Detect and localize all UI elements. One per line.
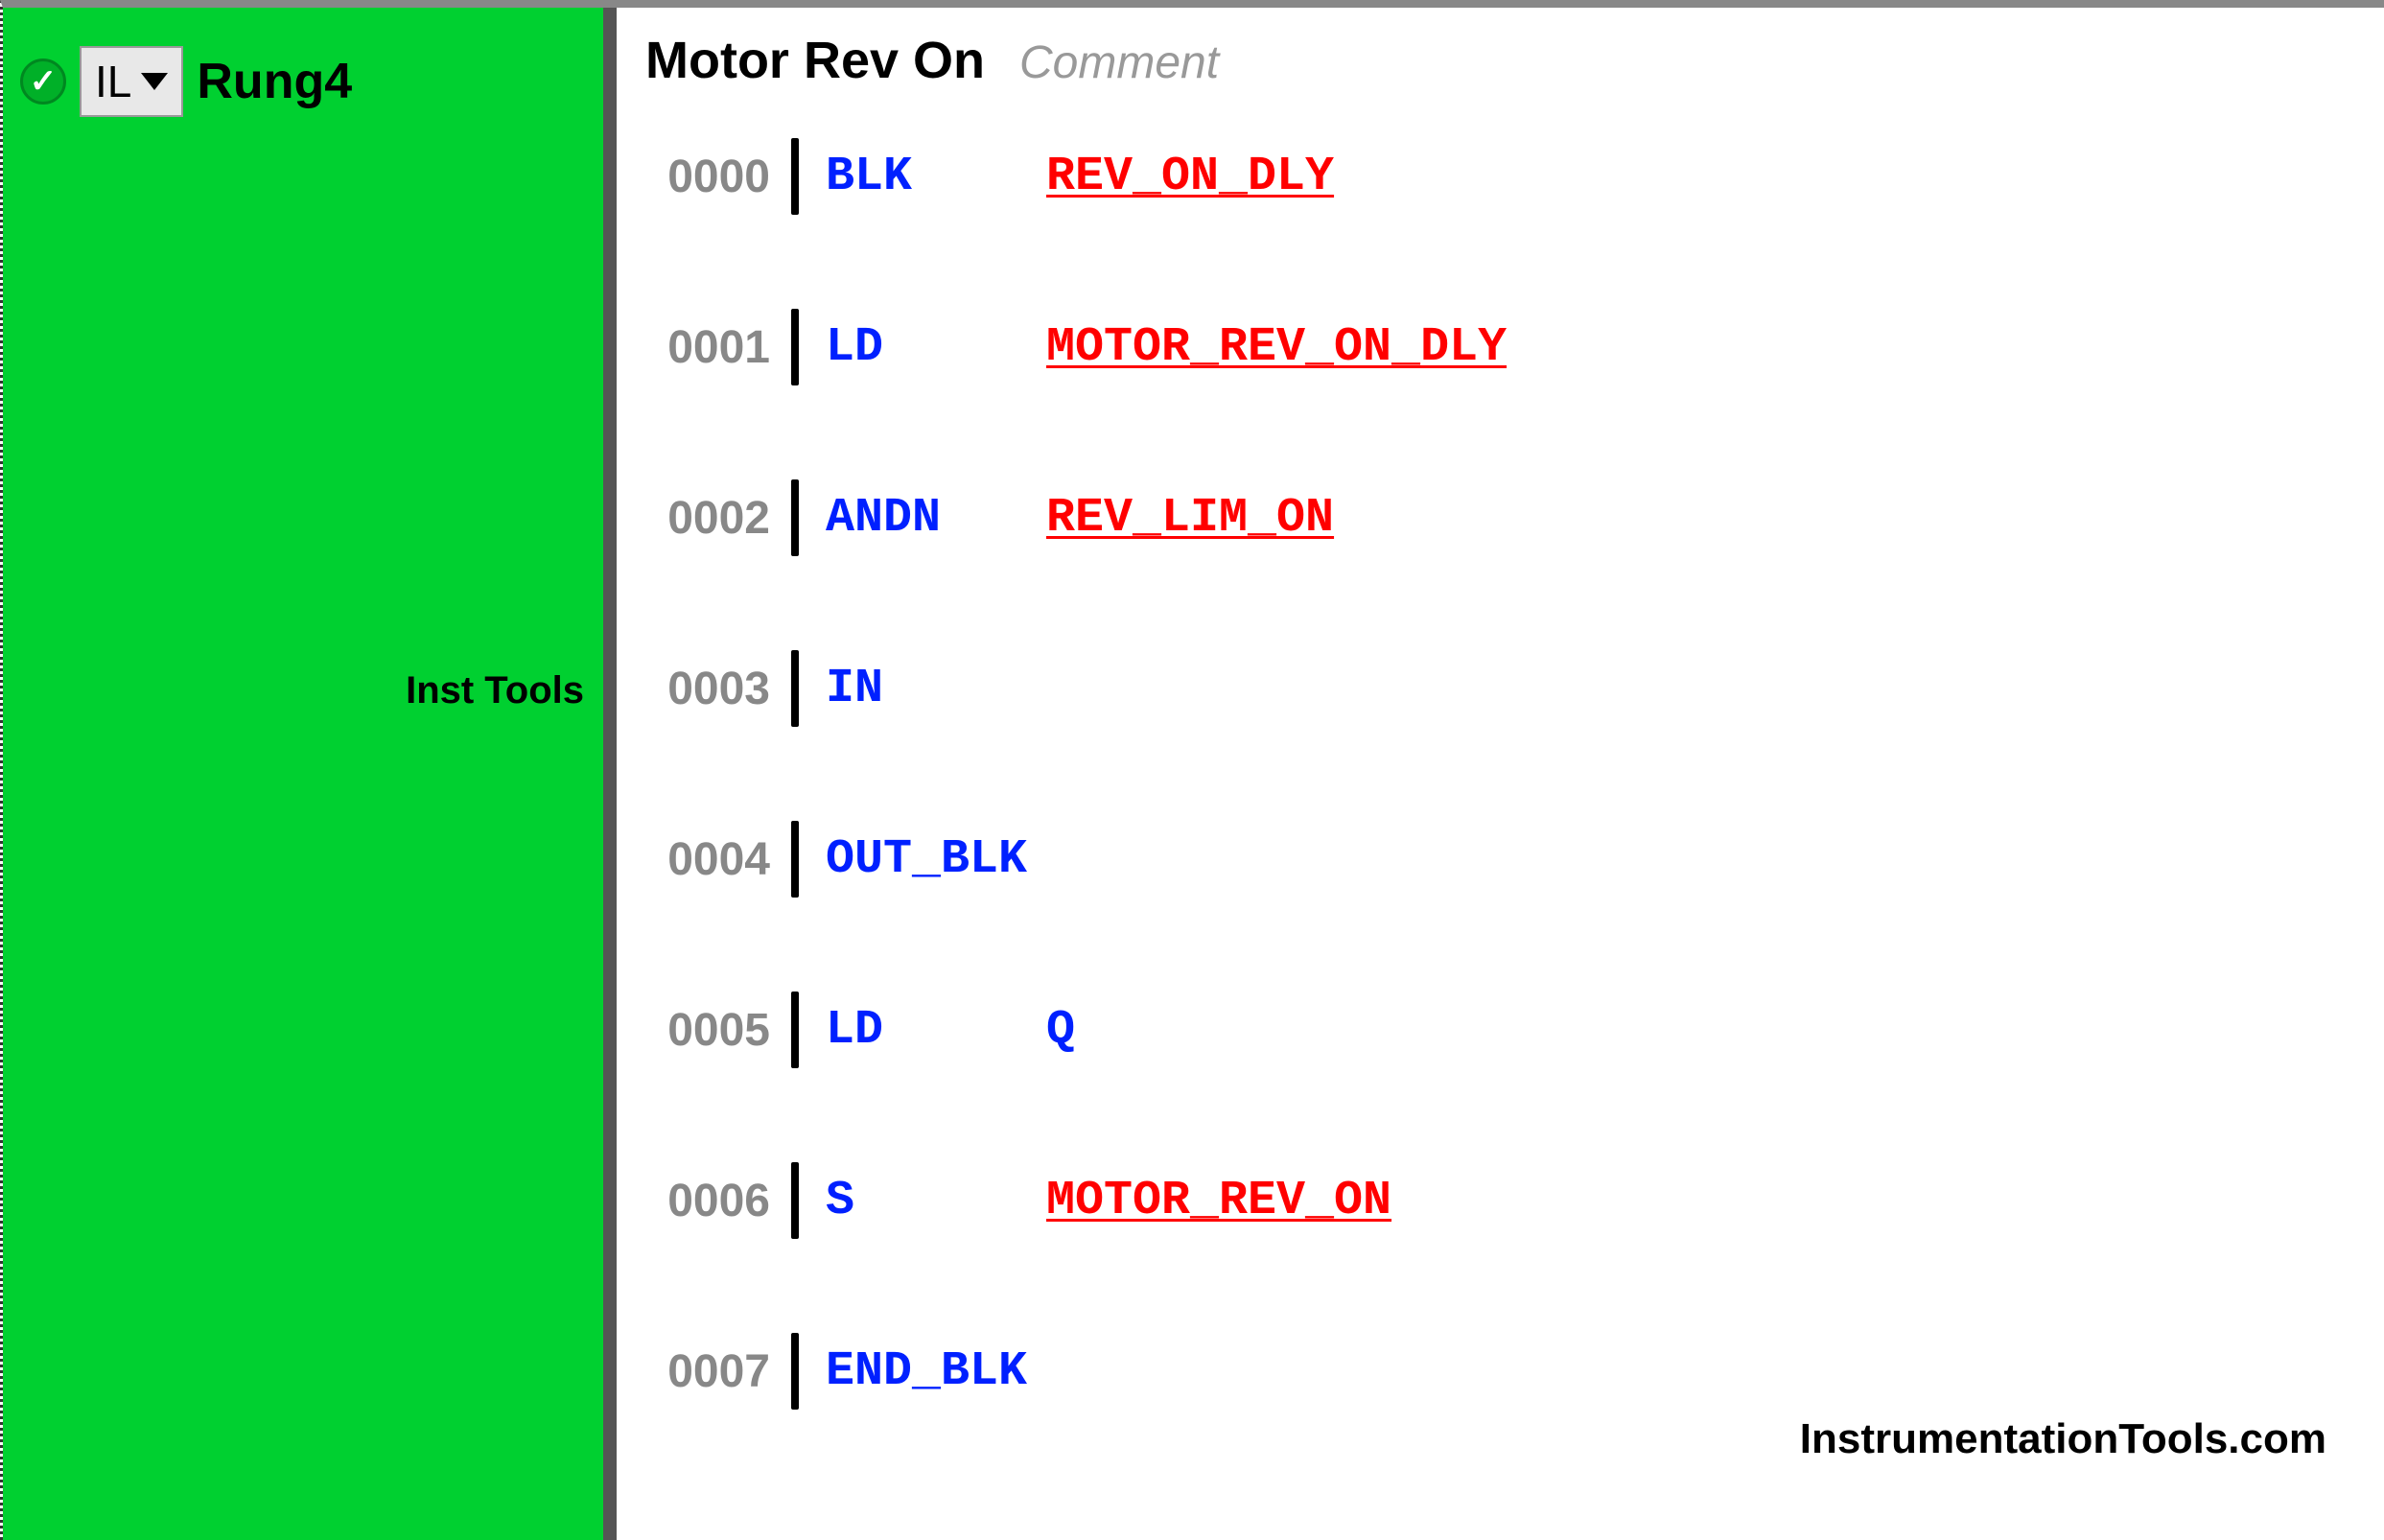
il-line[interactable]: 0000 BLK REV_ON_DLY bbox=[645, 138, 2355, 215]
operand: Q bbox=[1046, 1003, 1075, 1058]
language-label: IL bbox=[95, 56, 131, 107]
sidebar-watermark: Inst Tools bbox=[406, 669, 584, 712]
line-number: 0005 bbox=[645, 1004, 770, 1057]
instruction: LD bbox=[826, 1003, 1046, 1058]
line-number: 0000 bbox=[645, 151, 770, 203]
instruction: ANDN bbox=[826, 491, 1046, 546]
line-separator bbox=[791, 992, 799, 1068]
line-separator bbox=[791, 1162, 799, 1239]
il-line[interactable]: 0001 LD MOTOR_REV_ON_DLY bbox=[645, 309, 2355, 385]
comment-field[interactable]: Comment bbox=[1019, 36, 1219, 89]
instruction: LD bbox=[826, 320, 1046, 375]
operand: REV_ON_DLY bbox=[1046, 150, 1334, 204]
check-icon: ✓ bbox=[20, 58, 66, 105]
line-number: 0006 bbox=[645, 1175, 770, 1227]
editor-container: ✓ IL Rung4 Inst Tools Motor Rev On Comme… bbox=[0, 0, 2384, 1540]
line-separator bbox=[791, 821, 799, 898]
il-line[interactable]: 0007 END_BLK bbox=[645, 1333, 2355, 1410]
instruction: OUT_BLK bbox=[826, 832, 1046, 887]
line-number: 0004 bbox=[645, 833, 770, 886]
line-separator bbox=[791, 309, 799, 385]
rung-name[interactable]: Rung4 bbox=[197, 53, 352, 110]
line-separator bbox=[791, 650, 799, 727]
instruction: END_BLK bbox=[826, 1344, 1046, 1399]
line-separator bbox=[791, 138, 799, 215]
line-number: 0007 bbox=[645, 1345, 770, 1398]
il-line[interactable]: 0006 S MOTOR_REV_ON bbox=[645, 1162, 2355, 1239]
il-line[interactable]: 0004 OUT_BLK bbox=[645, 821, 2355, 898]
line-number: 0003 bbox=[645, 663, 770, 715]
rung-sidebar: ✓ IL Rung4 Inst Tools bbox=[3, 8, 603, 1540]
il-editor: Motor Rev On Comment 0000 BLK REV_ON_DLY… bbox=[617, 8, 2384, 1540]
rung-title-row: Motor Rev On Comment bbox=[645, 31, 2355, 90]
instruction: IN bbox=[826, 662, 1046, 716]
il-line[interactable]: 0003 IN bbox=[645, 650, 2355, 727]
operand: MOTOR_REV_ON bbox=[1046, 1174, 1391, 1228]
operand: REV_LIM_ON bbox=[1046, 491, 1334, 546]
rung-header: ✓ IL Rung4 bbox=[3, 8, 603, 155]
line-number: 0001 bbox=[645, 321, 770, 374]
instruction: BLK bbox=[826, 150, 1046, 204]
line-number: 0002 bbox=[645, 492, 770, 545]
instruction: S bbox=[826, 1174, 1046, 1228]
il-lines-list: 0000 BLK REV_ON_DLY 0001 LD MOTOR_REV_ON… bbox=[645, 138, 2355, 1410]
footer-watermark: InstrumentationTools.com bbox=[1800, 1415, 2326, 1463]
line-separator bbox=[791, 1333, 799, 1410]
language-selector[interactable]: IL bbox=[80, 46, 183, 117]
il-line[interactable]: 0002 ANDN REV_LIM_ON bbox=[645, 479, 2355, 556]
vertical-divider bbox=[603, 8, 617, 1540]
chevron-down-icon bbox=[141, 73, 168, 90]
operand: MOTOR_REV_ON_DLY bbox=[1046, 320, 1507, 375]
line-separator bbox=[791, 479, 799, 556]
rung-title[interactable]: Motor Rev On bbox=[645, 31, 985, 90]
il-line[interactable]: 0005 LD Q bbox=[645, 992, 2355, 1068]
